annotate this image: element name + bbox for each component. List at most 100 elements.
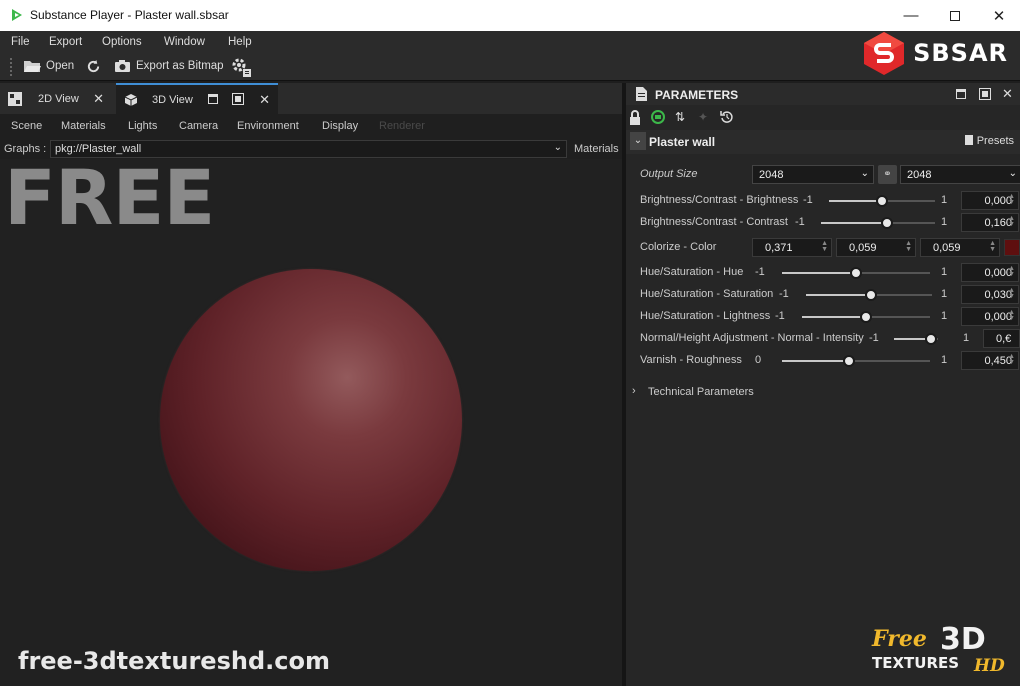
- color-g-input[interactable]: 0,059 ▲ ▼: [836, 238, 916, 257]
- refresh-button[interactable]: [86, 59, 101, 74]
- param-slider[interactable]: [806, 289, 932, 301]
- param-row: Hue/Saturation - Lightness -1 1 0,000 ▲ ▼: [626, 306, 1020, 328]
- slider-knob[interactable]: [876, 195, 888, 207]
- param-value-input[interactable]: 0,000 ▲ ▼: [961, 307, 1019, 326]
- menu-file[interactable]: File: [11, 36, 30, 48]
- maximize-view-icon[interactable]: [232, 93, 244, 105]
- spinner-icon[interactable]: ▲ ▼: [1008, 265, 1015, 278]
- tab-2d-view[interactable]: 2D View ✕: [30, 83, 112, 114]
- param-value-input[interactable]: 0,450 ▲ ▼: [961, 351, 1019, 370]
- param-slider[interactable]: [782, 267, 930, 279]
- color-r-value: 0,371: [765, 242, 793, 254]
- color-b-input[interactable]: 0,059 ▲ ▼: [920, 238, 1000, 257]
- settings-button[interactable]: [230, 56, 252, 78]
- output-height-select[interactable]: 2048 ⌄: [900, 165, 1020, 184]
- minimize-icon: —: [903, 7, 919, 24]
- sort-icon[interactable]: ⇅: [675, 110, 685, 124]
- gear-icon: [232, 58, 251, 77]
- param-min: -1: [779, 288, 789, 300]
- restore-icon[interactable]: [208, 94, 218, 104]
- lock-icon[interactable]: [629, 110, 641, 125]
- output-size-label: Output Size: [640, 168, 698, 180]
- subtab-display[interactable]: Display: [322, 120, 358, 132]
- slider-knob[interactable]: [925, 333, 938, 345]
- spinner-icon[interactable]: ▲ ▼: [905, 240, 912, 253]
- spinner-icon[interactable]: ▲ ▼: [989, 240, 996, 253]
- param-max: 1: [941, 354, 948, 366]
- subtab-scene[interactable]: Scene: [11, 120, 42, 132]
- close-2d-tab-icon[interactable]: ✕: [93, 91, 104, 107]
- slider-knob[interactable]: [850, 267, 862, 279]
- reset-icon[interactable]: [720, 110, 734, 124]
- spinner-icon[interactable]: ▲ ▼: [1008, 193, 1015, 206]
- param-slider[interactable]: [894, 333, 938, 345]
- param-value-input[interactable]: 0,030 ▲ ▼: [961, 285, 1019, 304]
- close-3d-tab-icon[interactable]: ✕: [259, 92, 270, 108]
- output-size-row: Output Size 2048 ⌄ ⚭ 2048 ⌄: [626, 164, 1020, 186]
- maximize-panel-icon[interactable]: [979, 88, 991, 100]
- param-slider[interactable]: [821, 217, 935, 229]
- spinner-icon[interactable]: ▲ ▼: [821, 240, 828, 253]
- random-seed-icon[interactable]: [651, 110, 665, 124]
- spinner-icon[interactable]: ▲ ▼: [1008, 309, 1015, 322]
- open-button[interactable]: Open: [23, 59, 74, 73]
- param-slider[interactable]: [782, 355, 930, 367]
- collapse-chevron-icon[interactable]: ⌄: [630, 132, 646, 150]
- menu-export[interactable]: Export: [49, 36, 82, 48]
- logo-free-text: Free: [872, 626, 927, 652]
- tab-3d-view[interactable]: 3D View ✕: [116, 83, 278, 114]
- colorize-row: Colorize - Color 0,371 ▲ ▼ 0,059 ▲ ▼ 0,059 ▲ ▼: [626, 237, 1020, 259]
- substance-player-icon: [12, 9, 22, 21]
- slider-knob[interactable]: [860, 311, 872, 323]
- view-tabs: 2D View ✕ 3D View ✕: [0, 83, 622, 114]
- subtab-environment[interactable]: Environment: [237, 120, 299, 132]
- close-button[interactable]: ✕: [976, 0, 1020, 31]
- float-panel-icon[interactable]: [956, 89, 966, 99]
- 3d-viewport[interactable]: FREE free-3dtextureshd.com: [0, 153, 622, 686]
- spinner-icon[interactable]: ▲ ▼: [1008, 287, 1015, 300]
- param-max: 1: [941, 216, 948, 228]
- param-value-input[interactable]: 0,000 ▲ ▼: [961, 191, 1019, 210]
- presets-button[interactable]: Presets: [964, 135, 1014, 147]
- param-value-input[interactable]: 0,000 ▲ ▼: [961, 263, 1019, 282]
- subtab-lights[interactable]: Lights: [128, 120, 157, 132]
- technical-parameters-toggle[interactable]: › Technical Parameters: [626, 383, 1020, 403]
- link-icon[interactable]: ⚭: [878, 165, 897, 184]
- graph-header[interactable]: ⌄ Plaster wall Presets: [626, 130, 1020, 154]
- color-r-input[interactable]: 0,371 ▲ ▼: [752, 238, 832, 257]
- output-width-select[interactable]: 2048 ⌄: [752, 165, 874, 184]
- param-label: Hue/Saturation - Lightness: [640, 310, 771, 322]
- param-min: -1: [775, 310, 785, 322]
- slider-knob[interactable]: [842, 355, 855, 367]
- logo-3d-text: 3D: [940, 622, 986, 657]
- param-row: Varnish - Roughness 0 1 0,450 ▲ ▼: [626, 350, 1020, 372]
- maximize-button[interactable]: [932, 0, 978, 31]
- close-panel-icon[interactable]: ✕: [1002, 86, 1013, 102]
- menu-window[interactable]: Window: [164, 36, 205, 48]
- color-g-value: 0,059: [849, 242, 877, 254]
- open-label: Open: [46, 60, 75, 72]
- slider-knob[interactable]: [864, 289, 877, 301]
- layout-icon[interactable]: [8, 92, 22, 106]
- title-bar: Substance Player - Plaster wall.sbsar — …: [0, 0, 1020, 31]
- subtab-renderer: Renderer: [379, 120, 425, 132]
- param-value-input[interactable]: 0,160 ▲ ▼: [961, 213, 1019, 232]
- spinner-icon[interactable]: ▲ ▼: [1008, 353, 1015, 366]
- param-slider[interactable]: [802, 311, 930, 323]
- parameters-header: PARAMETERS ✕: [626, 83, 1020, 105]
- parameters-panel: PARAMETERS ✕ ⇅ ✦ ⌄ Plaster wall Presets …: [626, 83, 1020, 686]
- menu-options[interactable]: Options: [102, 36, 142, 48]
- subtab-materials[interactable]: Materials: [61, 120, 106, 132]
- maximize-icon: [950, 10, 960, 21]
- color-swatch[interactable]: [1004, 239, 1020, 256]
- slider-knob[interactable]: [881, 217, 894, 229]
- param-slider[interactable]: [829, 195, 935, 207]
- spinner-icon[interactable]: ▲ ▼: [1008, 215, 1015, 228]
- menu-help[interactable]: Help: [228, 36, 252, 48]
- param-min: 0: [755, 354, 762, 366]
- param-value-input[interactable]: 0,€: [983, 329, 1020, 348]
- minimize-button[interactable]: —: [888, 0, 934, 31]
- presets-label: Presets: [976, 135, 1014, 147]
- subtab-camera[interactable]: Camera: [179, 120, 218, 132]
- export-bitmap-button[interactable]: Export as Bitmap: [114, 59, 224, 73]
